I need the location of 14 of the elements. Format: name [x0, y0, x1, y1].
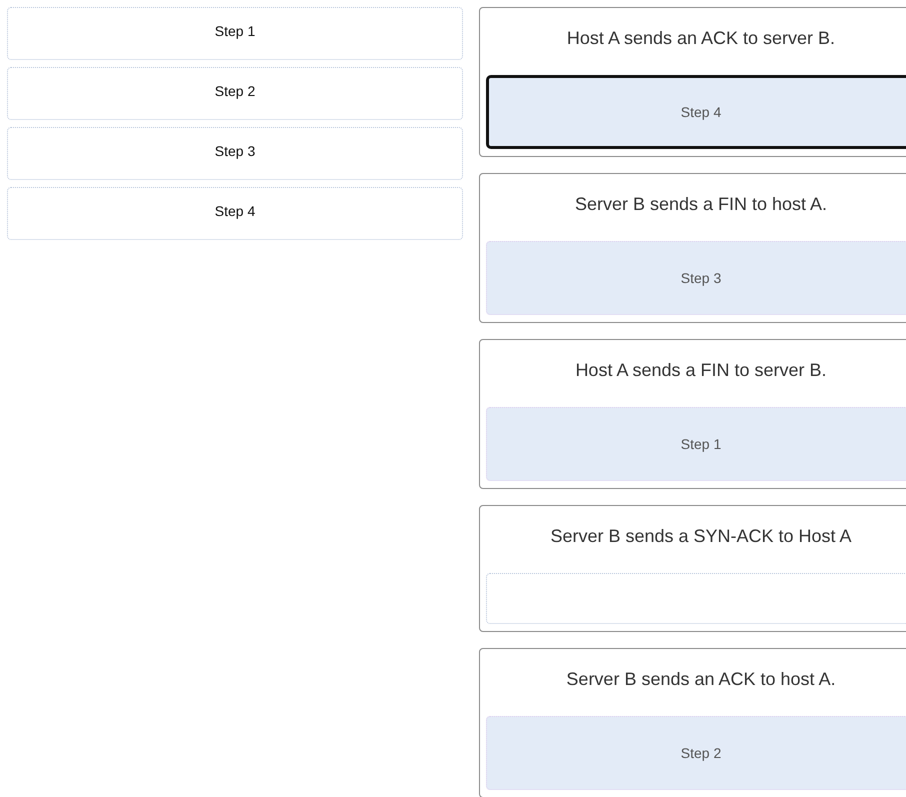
drop-zone[interactable]: Step 3: [486, 241, 906, 315]
step-description: Host A sends an ACK to server B.: [566, 27, 836, 50]
step-option[interactable]: Step 1: [7, 7, 463, 60]
step-description: Server B sends a FIN to host A.: [574, 193, 828, 216]
step-option[interactable]: Step 2: [7, 67, 463, 120]
drop-zone[interactable]: Step 1: [486, 407, 906, 481]
step-option[interactable]: Step 4: [7, 187, 463, 240]
drop-zone[interactable]: Step 2: [486, 716, 906, 790]
drop-zone[interactable]: [486, 573, 906, 624]
step-option[interactable]: Step 3: [7, 127, 463, 180]
step-description: Server B sends an ACK to host A.: [565, 668, 837, 691]
step-description: Host A sends a FIN to server B.: [574, 359, 828, 382]
drop-zone[interactable]: Step 4: [486, 75, 906, 149]
step-description: Server B sends a SYN-ACK to Host A: [549, 525, 853, 548]
